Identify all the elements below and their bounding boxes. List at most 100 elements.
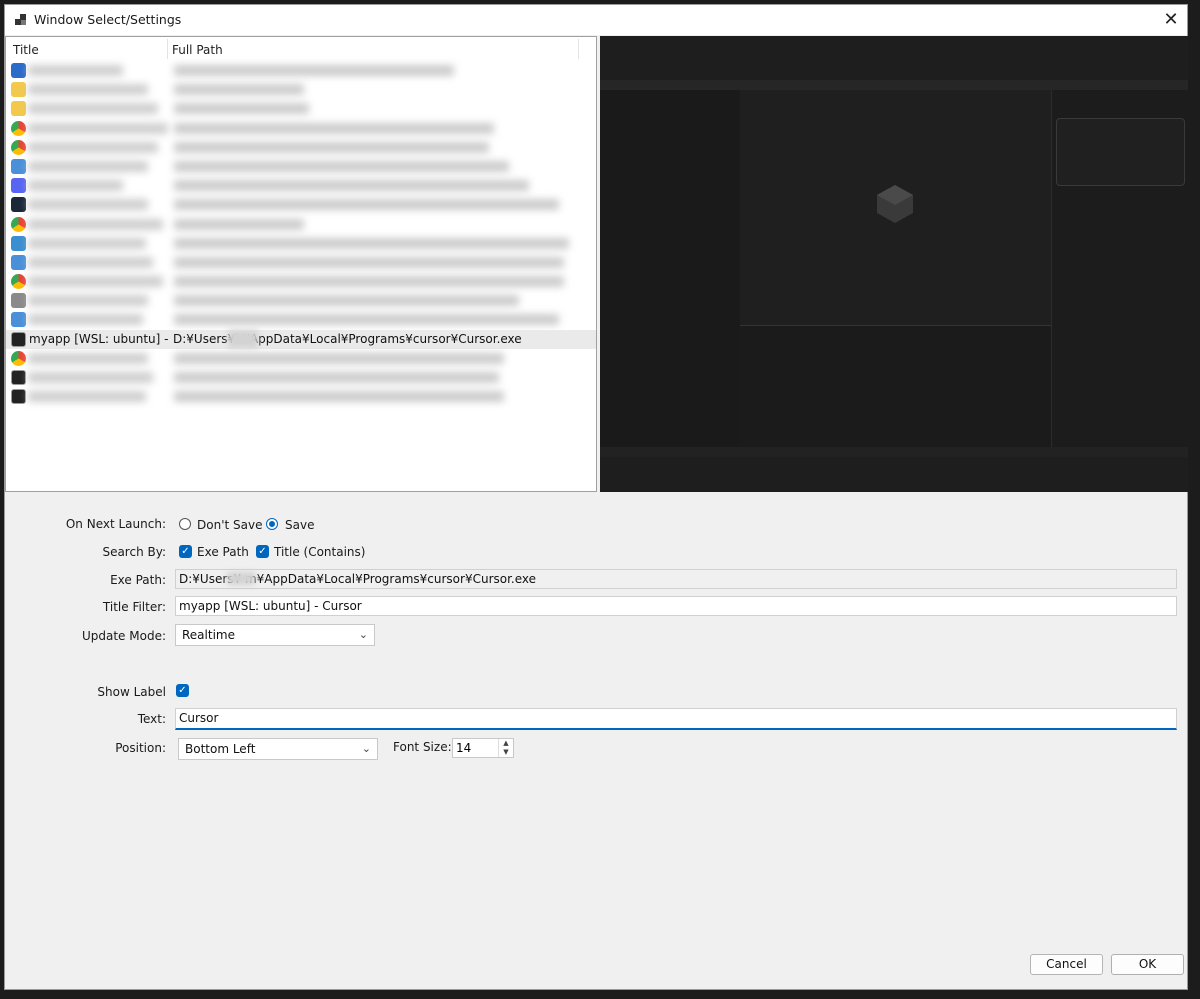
cancel-button[interactable]: Cancel — [1030, 954, 1103, 975]
table-row[interactable] — [6, 138, 596, 157]
chrome-icon — [11, 139, 26, 155]
title-contains-checkbox[interactable]: ✓ — [256, 545, 269, 558]
spin-down-icon[interactable]: ▼ — [498, 748, 513, 757]
redacted-path — [174, 180, 529, 192]
redaction-mask — [228, 329, 258, 348]
redacted-title — [28, 352, 148, 364]
redacted-path — [174, 84, 304, 96]
folder-icon — [11, 101, 26, 117]
column-header-title[interactable]: Title — [13, 39, 165, 57]
redacted-title — [28, 218, 163, 230]
table-row[interactable] — [6, 291, 596, 310]
save-label[interactable]: Save — [285, 518, 314, 532]
table-row[interactable] — [6, 195, 596, 214]
show-label-checkbox[interactable]: ✓ — [176, 684, 189, 697]
table-row[interactable] — [6, 119, 596, 138]
redacted-title — [28, 372, 153, 383]
discord-icon — [11, 178, 26, 194]
redacted-path — [174, 199, 559, 211]
table-row[interactable] — [6, 157, 596, 176]
update-mode-label: Update Mode: — [81, 629, 166, 643]
window-title: Window Select/Settings — [34, 12, 182, 27]
table-row[interactable] — [6, 272, 596, 291]
search-by-label: Search By: — [102, 545, 166, 559]
position-select[interactable]: Bottom Left ⌄ — [178, 738, 378, 760]
window-icon — [11, 158, 26, 174]
redacted-title — [28, 103, 158, 115]
cursor-icon — [11, 389, 26, 405]
folder-icon — [11, 82, 26, 98]
update-mode-select[interactable]: Realtime ⌄ — [175, 624, 375, 646]
redacted-title — [28, 237, 146, 249]
title-filter-label: Title Filter: — [102, 600, 166, 614]
window-preview — [600, 36, 1188, 492]
redacted-path — [174, 103, 309, 115]
window-icon — [11, 312, 26, 328]
table-row[interactable] — [6, 349, 596, 368]
on-next-launch-label: On Next Launch: — [65, 517, 166, 531]
redacted-title — [28, 256, 153, 268]
settings-window: Window Select/Settings ✕ Title Full Path… — [4, 4, 1188, 990]
table-row[interactable] — [6, 215, 596, 234]
table-row[interactable] — [6, 99, 596, 118]
label-text-input[interactable]: Cursor — [175, 708, 1177, 730]
title-contains-option-label[interactable]: Title (Contains) — [274, 545, 365, 559]
spin-up-icon[interactable]: ▲ — [498, 739, 513, 748]
table-row[interactable]: myapp [WSL: ubuntu] - ... D:¥Users¥i ¥App… — [6, 329, 596, 349]
table-row[interactable] — [6, 234, 596, 253]
list-header: Title Full Path — [6, 37, 596, 59]
chevron-down-icon: ⌄ — [358, 628, 368, 641]
redacted-path — [174, 352, 504, 364]
dont-save-radio[interactable] — [179, 518, 191, 530]
save-radio[interactable] — [266, 518, 278, 530]
list-rows: myapp [WSL: ubuntu] - ... D:¥Users¥i ¥App… — [6, 61, 596, 406]
position-label: Position: — [115, 741, 166, 755]
redaction-mask — [227, 572, 255, 585]
row-title: myapp [WSL: ubuntu] - ... — [29, 331, 169, 346]
title-filter-input[interactable]: myapp [WSL: ubuntu] - Cursor — [175, 596, 1177, 616]
redacted-path — [174, 218, 304, 230]
table-row[interactable] — [6, 80, 596, 99]
redacted-path — [174, 256, 564, 268]
settings-icon — [11, 293, 26, 309]
redacted-title — [28, 180, 123, 192]
row-path: D:¥Users¥i ¥AppData¥Local¥Programs¥curso… — [173, 331, 522, 346]
exe-path-option-label[interactable]: Exe Path — [197, 545, 249, 559]
exe-path-label: Exe Path: — [110, 573, 166, 587]
window-icon — [11, 254, 26, 270]
app-window-icon — [11, 63, 26, 78]
chrome-icon — [11, 350, 26, 366]
chrome-icon — [11, 120, 26, 136]
redacted-path — [174, 65, 454, 76]
redacted-title — [28, 295, 148, 307]
column-header-path[interactable]: Full Path — [172, 39, 577, 57]
chevron-down-icon: ⌄ — [361, 742, 371, 755]
table-row[interactable] — [6, 387, 596, 406]
font-size-stepper[interactable]: 14 ▲ ▼ — [452, 738, 514, 758]
close-button[interactable]: ✕ — [1155, 5, 1187, 35]
title-bar: Window Select/Settings ✕ — [5, 5, 1187, 35]
exe-path-checkbox[interactable]: ✓ — [179, 545, 192, 558]
steam-icon — [11, 197, 26, 213]
cursor-icon — [11, 370, 26, 385]
redacted-path — [174, 391, 504, 403]
show-label-label: Show Label — [97, 685, 166, 699]
dont-save-label[interactable]: Don't Save — [197, 518, 262, 532]
redacted-title — [28, 391, 146, 403]
ok-button[interactable]: OK — [1111, 954, 1184, 975]
redacted-title — [28, 276, 163, 288]
table-row[interactable] — [6, 176, 596, 195]
redacted-path — [174, 141, 489, 153]
exe-path-field[interactable]: D:¥Users¥ m¥AppData¥Local¥Programs¥curso… — [175, 569, 1177, 589]
redacted-title — [28, 160, 148, 172]
redacted-title — [28, 122, 168, 134]
cursor-logo-icon — [877, 185, 913, 223]
window-list[interactable]: Title Full Path myapp [WSL: ubuntu] - ..… — [5, 36, 597, 492]
table-row[interactable] — [6, 310, 596, 329]
redacted-path — [174, 122, 494, 134]
redacted-path — [174, 160, 509, 172]
table-row[interactable] — [6, 253, 596, 272]
redacted-path — [174, 237, 569, 249]
table-row[interactable] — [6, 368, 596, 387]
table-row[interactable] — [6, 61, 596, 80]
